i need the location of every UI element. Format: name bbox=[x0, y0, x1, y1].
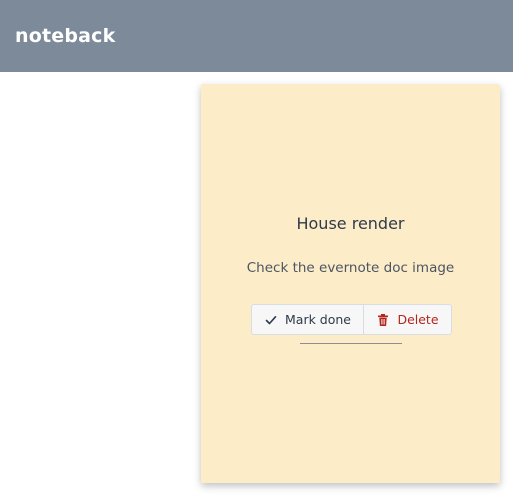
note-card: House render Check the evernote doc imag… bbox=[201, 84, 500, 483]
mark-done-label: Mark done bbox=[285, 312, 351, 327]
note-body: Check the evernote doc image bbox=[246, 260, 455, 276]
mark-done-button[interactable]: Mark done bbox=[251, 304, 364, 335]
delete-label: Delete bbox=[397, 312, 439, 327]
app-title[interactable]: noteback bbox=[15, 25, 115, 47]
note-title: House render bbox=[296, 214, 405, 233]
note-actions: Mark done Delete bbox=[251, 304, 452, 335]
trash-icon bbox=[376, 313, 390, 327]
app-header: noteback bbox=[0, 0, 513, 72]
delete-button[interactable]: Delete bbox=[364, 304, 452, 335]
check-icon bbox=[264, 313, 278, 327]
divider bbox=[300, 343, 402, 344]
